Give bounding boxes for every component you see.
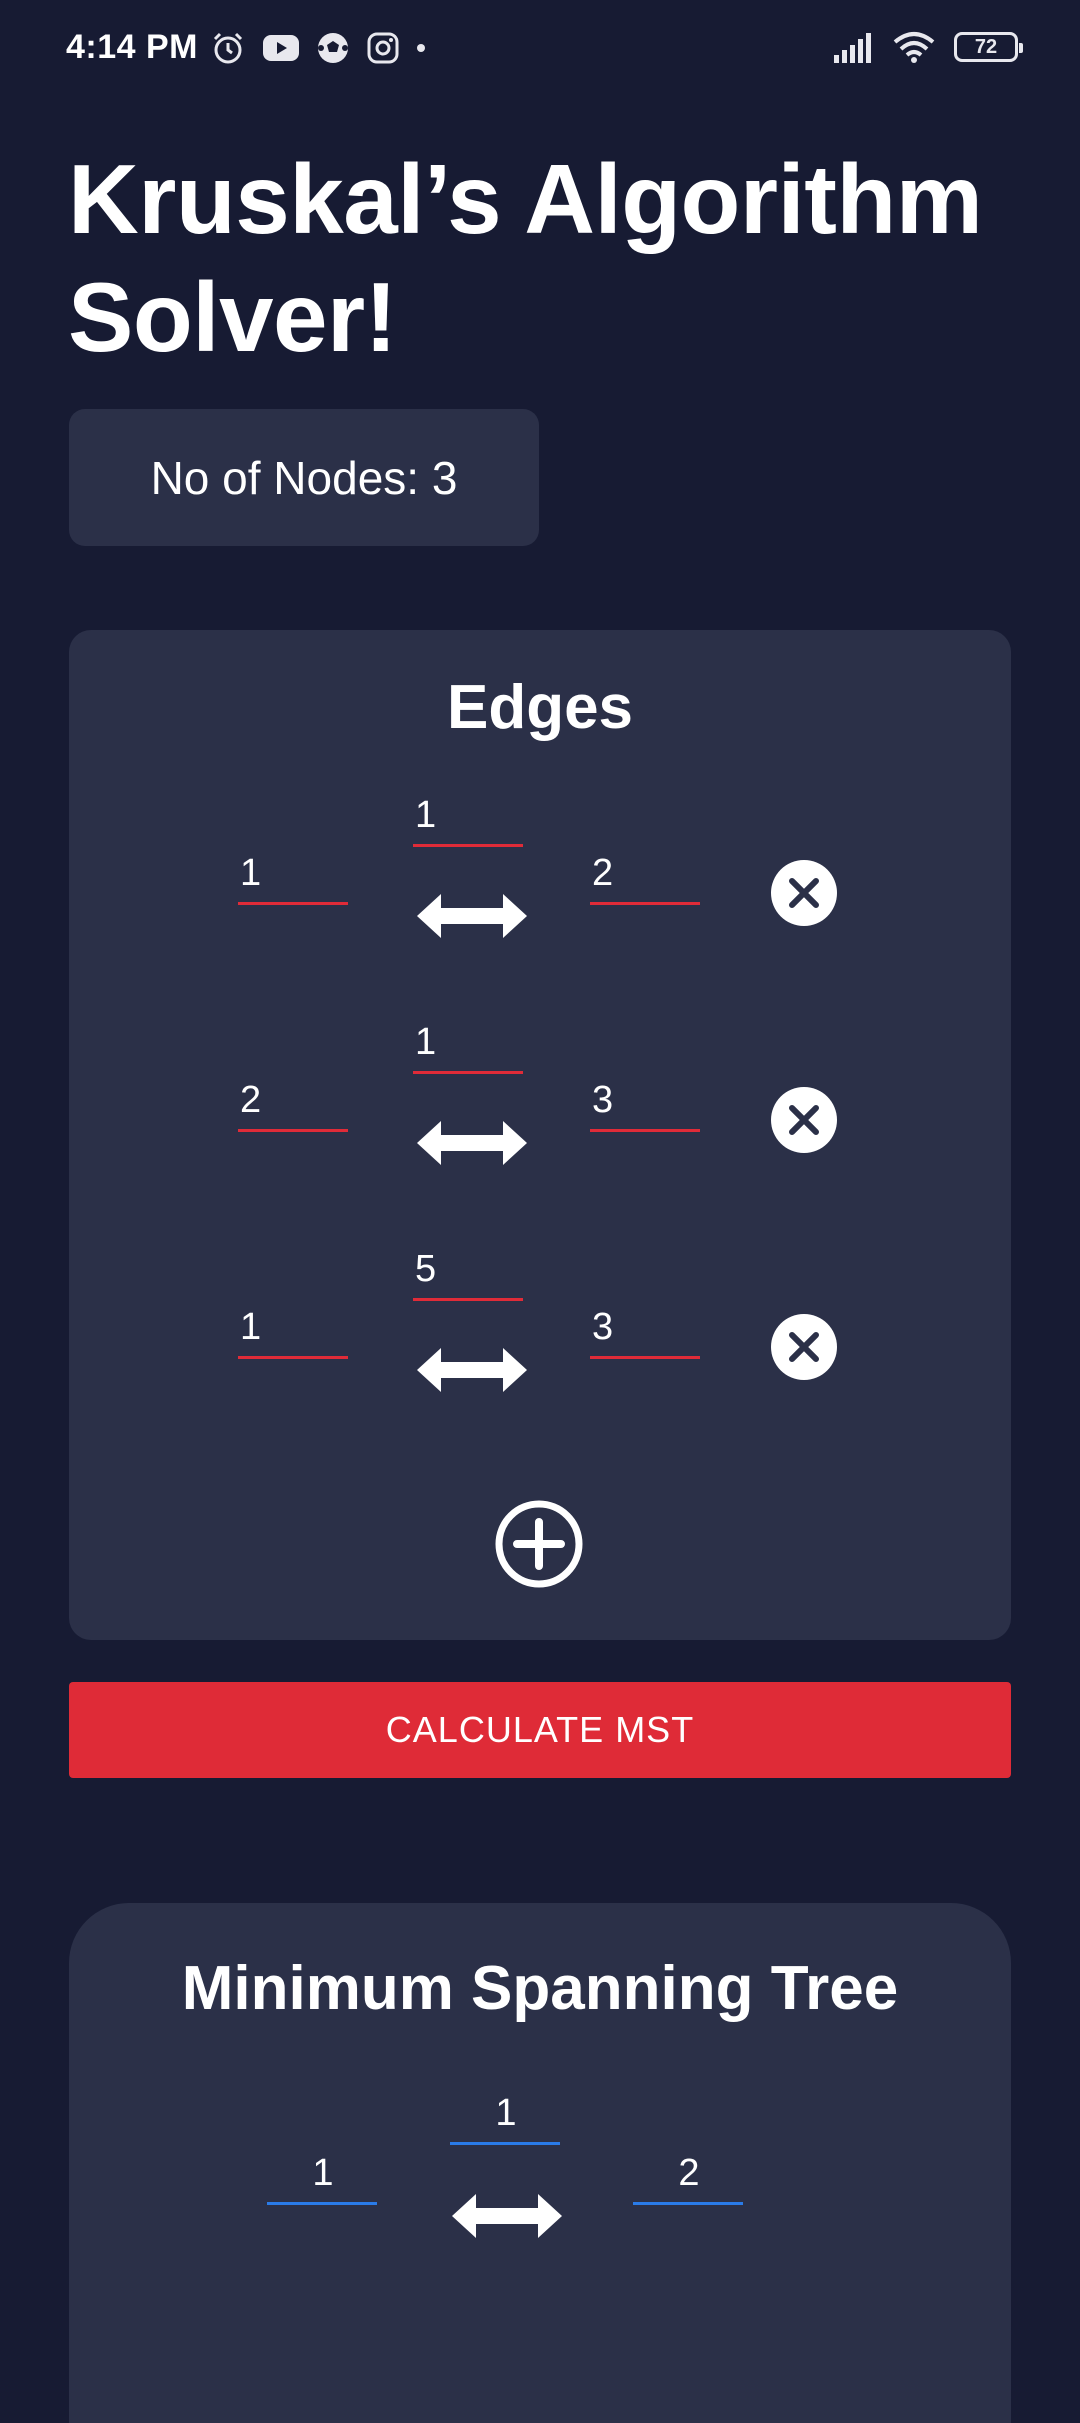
remove-edge-button[interactable] bbox=[771, 860, 837, 926]
dot-icon bbox=[417, 44, 425, 52]
battery-icon: 72 bbox=[954, 32, 1023, 62]
page-title-line-1: Kruskal’s Algorithm bbox=[68, 144, 983, 254]
edge-to-input[interactable]: 2 bbox=[590, 848, 700, 905]
edge-to-input[interactable]: 3 bbox=[590, 1302, 700, 1359]
edge-row: 2 1 3 bbox=[69, 1021, 1011, 1227]
edge-weight-value: 1 bbox=[415, 794, 437, 836]
edge-from-value: 2 bbox=[240, 1079, 262, 1121]
remove-edge-button[interactable] bbox=[771, 1314, 837, 1380]
edge-row: 1 1 2 bbox=[69, 794, 1011, 1000]
input-underline bbox=[413, 1071, 523, 1074]
mst-edge-row: 1 1 2 bbox=[69, 2092, 1011, 2348]
close-icon bbox=[789, 878, 819, 908]
status-time: 4:14 PM bbox=[66, 28, 198, 66]
close-icon bbox=[789, 1332, 819, 1362]
status-bar: 4:14 PM 72 bbox=[0, 0, 1080, 100]
mst-underline bbox=[450, 2142, 560, 2145]
page-title-line-2: Solver! bbox=[68, 262, 397, 372]
instagram-icon bbox=[367, 32, 399, 64]
input-underline bbox=[238, 902, 348, 905]
edge-to-value: 2 bbox=[592, 852, 614, 894]
double-arrow-icon bbox=[452, 2194, 562, 2238]
edge-from-input[interactable]: 1 bbox=[238, 848, 348, 905]
edge-weight-input[interactable]: 1 bbox=[413, 790, 523, 847]
double-arrow-icon bbox=[417, 1121, 527, 1165]
mst-edge-to: 2 bbox=[633, 2148, 743, 2205]
edges-title: Edges bbox=[446, 673, 634, 742]
edge-to-input[interactable]: 3 bbox=[590, 1075, 700, 1132]
node-count-field[interactable]: No of Nodes: 3 bbox=[69, 409, 539, 546]
edge-weight-input[interactable]: 5 bbox=[413, 1244, 523, 1301]
input-underline bbox=[238, 1356, 348, 1359]
mst-edge-from-value: 1 bbox=[312, 2152, 334, 2194]
system-icons: 72 bbox=[832, 30, 1023, 64]
mst-card: Minimum Spanning Tree 1 1 2 bbox=[69, 1903, 1011, 2423]
mst-edge-from: 1 bbox=[267, 2148, 377, 2205]
edge-to-value: 3 bbox=[592, 1079, 614, 1121]
calculate-mst-button[interactable]: CALCULATE MST bbox=[69, 1682, 1011, 1778]
edge-from-input[interactable]: 1 bbox=[238, 1302, 348, 1359]
edge-weight-input[interactable]: 1 bbox=[413, 1017, 523, 1074]
notification-icons bbox=[210, 30, 426, 66]
add-edge-button[interactable] bbox=[495, 1500, 583, 1588]
calculate-mst-label: CALCULATE MST bbox=[385, 1709, 695, 1750]
input-underline bbox=[590, 1129, 700, 1132]
alarm-icon bbox=[213, 32, 243, 64]
edge-from-value: 1 bbox=[240, 1306, 262, 1348]
edge-from-value: 1 bbox=[240, 852, 262, 894]
soccer-ball-icon bbox=[318, 33, 348, 63]
mst-underline bbox=[633, 2202, 743, 2205]
wifi-icon bbox=[893, 32, 935, 63]
edge-row: 1 5 3 bbox=[69, 1248, 1011, 1454]
signal-icon bbox=[834, 33, 871, 63]
edge-weight-value: 5 bbox=[415, 1248, 437, 1290]
mst-underline bbox=[267, 2202, 377, 2205]
edge-to-value: 3 bbox=[592, 1306, 614, 1348]
mst-edge-weight: 1 bbox=[450, 2088, 560, 2145]
double-arrow-icon bbox=[417, 1348, 527, 1392]
battery-level: 72 bbox=[974, 35, 998, 58]
input-underline bbox=[238, 1129, 348, 1132]
double-arrow-icon bbox=[417, 894, 527, 938]
input-underline bbox=[590, 1356, 700, 1359]
youtube-icon bbox=[263, 35, 299, 61]
edge-weight-value: 1 bbox=[415, 1021, 437, 1063]
close-icon bbox=[789, 1105, 819, 1135]
page-title: Kruskal’s Algorithm Solver! bbox=[68, 140, 1018, 376]
edges-card: Edges 1 1 2 2 1 3 1 5 3 bbox=[69, 630, 1011, 1640]
input-underline bbox=[413, 1298, 523, 1301]
input-underline bbox=[413, 844, 523, 847]
edge-from-input[interactable]: 2 bbox=[238, 1075, 348, 1132]
mst-edge-to-value: 2 bbox=[678, 2152, 700, 2194]
remove-edge-button[interactable] bbox=[771, 1087, 837, 1153]
mst-title: Minimum Spanning Tree bbox=[181, 1954, 899, 2023]
node-count-label: No of Nodes: 3 bbox=[150, 451, 458, 504]
input-underline bbox=[590, 902, 700, 905]
mst-edge-weight-value: 1 bbox=[495, 2092, 517, 2134]
